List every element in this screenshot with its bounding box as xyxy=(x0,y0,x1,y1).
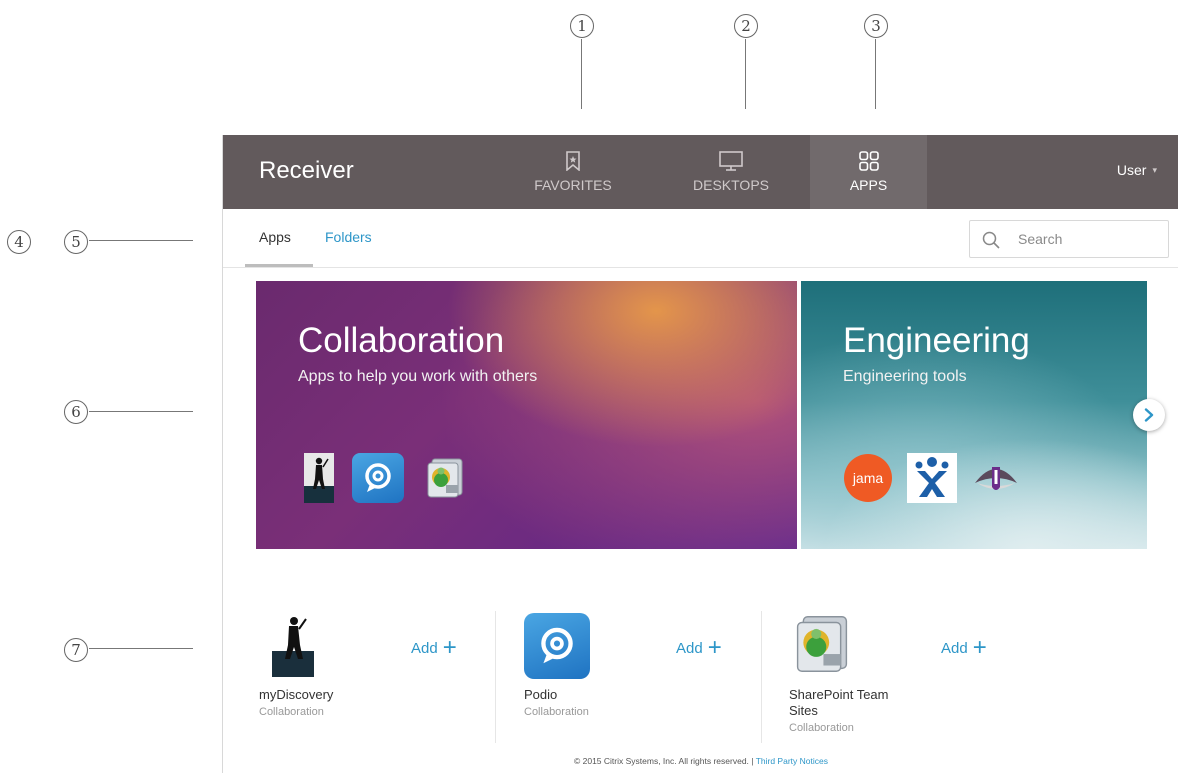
callout-3-line xyxy=(875,39,876,109)
carousel-next-button[interactable] xyxy=(1133,399,1165,431)
monitor-icon xyxy=(719,151,743,171)
app-category: Collaboration xyxy=(789,722,854,734)
callout-6-line xyxy=(89,411,193,412)
sharepoint-icon[interactable] xyxy=(422,455,468,501)
apps-grid-icon xyxy=(858,151,879,171)
brand-title: Receiver xyxy=(259,157,354,184)
add-button[interactable]: Add + xyxy=(411,634,457,661)
tab-desktops[interactable]: DESKTOPS xyxy=(673,135,789,209)
callout-3: 3 xyxy=(864,14,888,38)
active-tab-indicator xyxy=(245,264,313,267)
callout-2: 2 xyxy=(734,14,758,38)
tab-desktops-label: DESKTOPS xyxy=(693,177,769,193)
plus-icon: + xyxy=(707,634,722,661)
callout-6: 6 xyxy=(64,400,88,424)
subtab-apps[interactable]: Apps xyxy=(259,229,291,245)
callout-2-line xyxy=(745,39,746,109)
tab-apps[interactable]: APPS xyxy=(810,135,927,209)
app-name-line2: Sites xyxy=(789,703,818,718)
app-category: Collaboration xyxy=(259,706,324,718)
jama-icon[interactable]: jama xyxy=(843,453,893,503)
banner-subtitle: Apps to help you work with others xyxy=(298,368,538,385)
callout-1: 1 xyxy=(570,14,594,38)
app-name: Podio xyxy=(524,687,558,702)
user-menu[interactable]: User ▾ xyxy=(1117,162,1157,178)
app-category: Collaboration xyxy=(524,706,589,718)
callout-4: 4 xyxy=(7,230,31,254)
app-divider xyxy=(761,611,762,743)
callout-5: 5 xyxy=(64,230,88,254)
chevron-right-icon xyxy=(1144,408,1154,422)
callout-5-line xyxy=(89,240,193,241)
chevron-down-icon: ▾ xyxy=(1152,165,1157,175)
app-name-line1: SharePoint Team xyxy=(789,687,889,702)
app-name: SharePoint Team Sites xyxy=(789,687,889,719)
third-party-notices-link[interactable]: Third Party Notices xyxy=(756,756,828,766)
add-button[interactable]: Add + xyxy=(676,634,722,661)
app-item-podio[interactable]: Podio Collaboration Add + xyxy=(513,605,753,745)
add-button[interactable]: Add + xyxy=(941,634,987,661)
jira-icon[interactable] xyxy=(907,453,957,503)
add-label: Add xyxy=(941,639,968,657)
add-label: Add xyxy=(676,639,703,657)
banner-engineering[interactable]: Engineering Engineering tools jama xyxy=(801,281,1147,549)
jama-logo-text: jama xyxy=(852,470,884,486)
plus-icon: + xyxy=(442,634,457,661)
podio-icon[interactable] xyxy=(352,453,404,503)
tab-favorites[interactable]: FAVORITES xyxy=(515,135,631,209)
banner-icon-row: jama xyxy=(843,453,1021,503)
callout-7: 7 xyxy=(64,638,88,662)
mydiscovery-icon[interactable] xyxy=(304,453,334,503)
mydiscovery-icon xyxy=(272,617,314,677)
top-header: Receiver FAVORITES DESKTOPS APPS User ▾ xyxy=(223,135,1178,209)
bookmark-icon xyxy=(566,151,580,171)
plus-icon: + xyxy=(972,634,987,661)
footer: © 2015 Citrix Systems, Inc. All rights r… xyxy=(223,756,1178,766)
banner-title: Engineering xyxy=(843,321,1030,360)
sharepoint-icon xyxy=(796,616,848,672)
search-input[interactable] xyxy=(1018,229,1158,249)
tab-favorites-label: FAVORITES xyxy=(534,177,612,193)
callout-1-line xyxy=(581,39,582,109)
banner-icon-row xyxy=(304,453,468,503)
app-name: myDiscovery xyxy=(259,687,334,702)
search-icon xyxy=(982,231,1000,249)
banner-collaboration[interactable]: Collaboration Apps to help you work with… xyxy=(256,281,797,549)
callout-7-line xyxy=(89,648,193,649)
subtab-folders[interactable]: Folders xyxy=(325,229,372,245)
tab-apps-label: APPS xyxy=(849,177,888,193)
user-name: User xyxy=(1116,162,1147,178)
receiver-window: Receiver FAVORITES DESKTOPS APPS User ▾ … xyxy=(222,135,1178,773)
podio-icon xyxy=(524,613,590,679)
app-divider xyxy=(495,611,496,743)
banner-subtitle: Engineering tools xyxy=(843,368,967,385)
search-box[interactable] xyxy=(969,220,1169,258)
app-item-sharepoint[interactable]: SharePoint Team Sites Collaboration Add + xyxy=(779,605,1039,745)
banner-title: Collaboration xyxy=(298,321,505,360)
unity-icon[interactable] xyxy=(971,453,1021,503)
add-label: Add xyxy=(411,639,438,657)
copyright-text: © 2015 Citrix Systems, Inc. All rights r… xyxy=(574,756,754,766)
app-item-mydiscovery[interactable]: myDiscovery Collaboration Add + xyxy=(256,605,496,745)
